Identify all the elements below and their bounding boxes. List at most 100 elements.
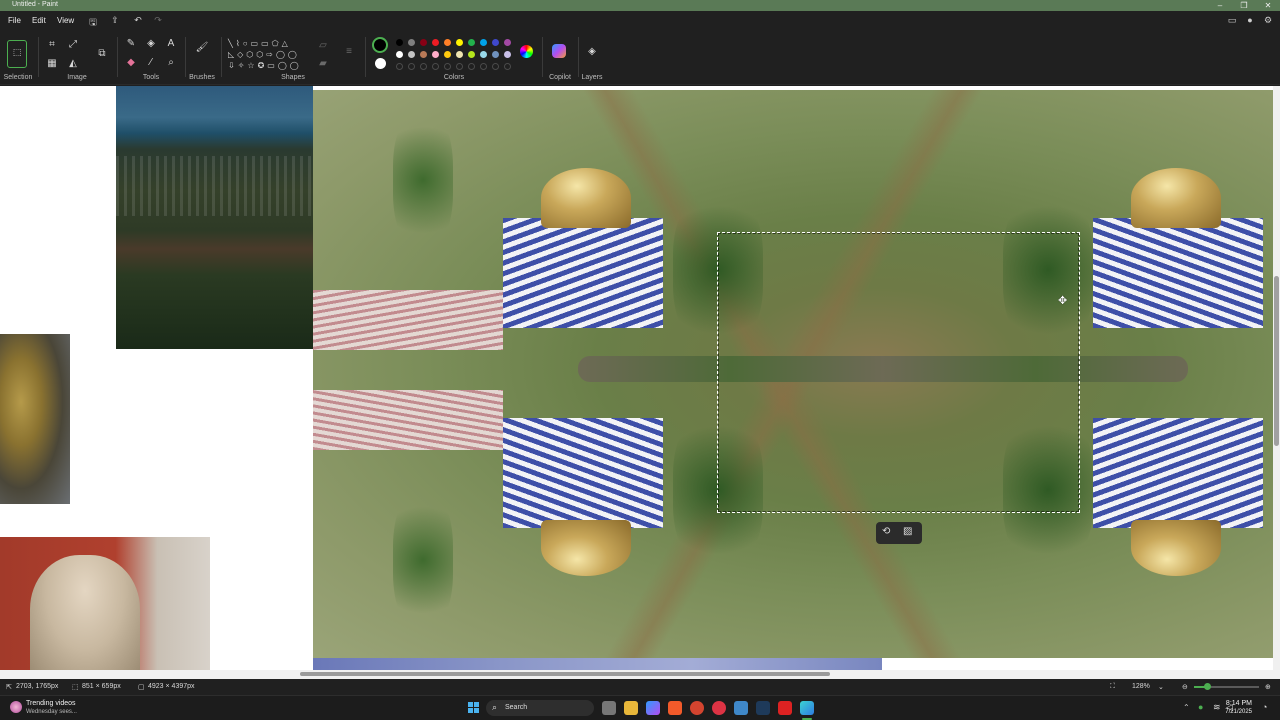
shape-outline-icon[interactable]: ▱ bbox=[316, 39, 330, 53]
maximize-icon[interactable]: ❐ bbox=[1233, 0, 1255, 11]
selection-marquee[interactable] bbox=[717, 232, 1080, 513]
menu-file[interactable]: File bbox=[8, 16, 21, 25]
undo-icon[interactable]: ↶ bbox=[131, 15, 145, 27]
zoom-level[interactable]: 128% bbox=[1132, 683, 1150, 690]
clock-date[interactable]: 7/21/2025 bbox=[1208, 709, 1252, 715]
rotate-icon[interactable]: ◭ bbox=[66, 57, 80, 71]
fill-icon[interactable]: ◈ bbox=[144, 37, 158, 51]
zoom-in-icon[interactable]: ⊕ bbox=[1265, 683, 1271, 691]
palette-swatch[interactable] bbox=[480, 39, 487, 46]
feedback-icon[interactable]: ▭ bbox=[1225, 15, 1239, 27]
custom-color-slot[interactable] bbox=[456, 63, 463, 70]
edit-colors-icon[interactable] bbox=[520, 45, 533, 58]
paint-app-icon[interactable] bbox=[800, 701, 814, 715]
file-explorer-icon[interactable] bbox=[624, 701, 638, 715]
custom-color-slot[interactable] bbox=[396, 63, 403, 70]
widgets-icon[interactable] bbox=[10, 701, 22, 713]
palette-swatch[interactable] bbox=[456, 51, 463, 58]
color-picker-icon[interactable]: ⁄ bbox=[144, 56, 158, 70]
shape-size-icon[interactable]: ≡ bbox=[342, 45, 356, 59]
text-icon[interactable]: A bbox=[164, 37, 178, 51]
remove-background-icon[interactable]: ⧉ bbox=[95, 47, 109, 61]
brush-icon[interactable]: 🖌 bbox=[195, 41, 209, 55]
palette-swatch[interactable] bbox=[432, 51, 439, 58]
zoom-dropdown-icon[interactable]: ⌄ bbox=[1158, 683, 1164, 691]
zoom-slider-thumb[interactable] bbox=[1204, 683, 1211, 690]
menu-view[interactable]: View bbox=[57, 16, 74, 25]
generative-fill-icon[interactable]: ⟲ bbox=[882, 526, 890, 537]
palette-swatch[interactable] bbox=[396, 51, 403, 58]
tray-chevron-icon[interactable]: ⌃ bbox=[1183, 703, 1190, 712]
clock-time[interactable]: 8:14 PM bbox=[1208, 700, 1252, 707]
palette-swatch[interactable] bbox=[408, 39, 415, 46]
task-view-icon[interactable] bbox=[602, 701, 616, 715]
custom-color-slot[interactable] bbox=[420, 63, 427, 70]
palette-swatch[interactable] bbox=[504, 39, 511, 46]
palette-swatch[interactable] bbox=[408, 51, 415, 58]
palette-swatch[interactable] bbox=[456, 39, 463, 46]
app-red-icon[interactable] bbox=[778, 701, 792, 715]
custom-color-slot[interactable] bbox=[408, 63, 415, 70]
shapes-gallery[interactable]: ╲⌇○▭▭⬠△ ◺◇⬡⬡⇨◯◯ ⇩✧☆✪▭◯◯ bbox=[228, 38, 306, 72]
account-icon[interactable]: ● bbox=[1243, 15, 1257, 27]
minimize-icon[interactable]: – bbox=[1209, 0, 1231, 11]
save-icon[interactable]: 🖫 bbox=[86, 15, 100, 27]
zoom-out-icon[interactable]: ⊖ bbox=[1182, 683, 1188, 691]
canvas-area[interactable]: ⟲ ▨ ✥ bbox=[0, 86, 1280, 670]
pencil-icon[interactable]: ✎ bbox=[124, 37, 138, 51]
horizontal-scrollbar[interactable] bbox=[0, 670, 1280, 679]
palette-swatch[interactable] bbox=[444, 51, 451, 58]
taskbar-search-box[interactable]: ⌕ Search bbox=[486, 700, 594, 716]
palette-swatch[interactable] bbox=[468, 39, 475, 46]
magnifier-icon[interactable]: ⌕ bbox=[164, 56, 178, 70]
start-icon[interactable] bbox=[468, 702, 480, 714]
zoom-slider[interactable] bbox=[1194, 683, 1259, 690]
vertical-scroll-thumb[interactable] bbox=[1274, 276, 1279, 446]
vertical-scrollbar[interactable] bbox=[1273, 86, 1280, 670]
crop-icon[interactable]: ⌗ bbox=[45, 38, 59, 52]
redo-icon[interactable]: ↷ bbox=[151, 15, 165, 27]
tray-app-icon[interactable]: ● bbox=[1198, 702, 1203, 712]
steam-icon[interactable] bbox=[756, 701, 770, 715]
palette-swatch[interactable] bbox=[468, 51, 475, 58]
share-icon[interactable]: ⇪ bbox=[108, 15, 122, 27]
close-icon[interactable]: ✕ bbox=[1257, 0, 1279, 11]
window-title: Untitled - Paint bbox=[12, 1, 58, 8]
horizontal-scroll-thumb[interactable] bbox=[300, 672, 830, 676]
copilot-icon[interactable] bbox=[552, 44, 566, 58]
palette-swatch[interactable] bbox=[420, 39, 427, 46]
notifications-icon[interactable]: ◔ bbox=[1262, 702, 1267, 712]
brave-browser-icon[interactable] bbox=[668, 701, 682, 715]
chrome-icon[interactable] bbox=[712, 701, 726, 715]
custom-color-slot[interactable] bbox=[468, 63, 475, 70]
fit-to-window-icon[interactable]: ⛶ bbox=[1110, 683, 1115, 691]
resize-icon[interactable]: ⤢ bbox=[66, 38, 80, 52]
copilot-app-icon[interactable] bbox=[646, 701, 660, 715]
custom-color-slot[interactable] bbox=[504, 63, 511, 70]
vscode-icon[interactable] bbox=[734, 701, 748, 715]
image-select-icon[interactable]: ▦ bbox=[45, 57, 59, 71]
settings-icon[interactable]: ⚙ bbox=[1261, 15, 1275, 27]
eraser-icon[interactable]: ◆ bbox=[124, 56, 138, 70]
layers-icon[interactable]: ◈ bbox=[585, 45, 599, 59]
palette-swatch[interactable] bbox=[432, 39, 439, 46]
primary-color-swatch[interactable] bbox=[372, 37, 388, 53]
generative-erase-icon[interactable]: ▨ bbox=[903, 526, 912, 537]
group-label-shapes: Shapes bbox=[281, 74, 305, 81]
palette-swatch[interactable] bbox=[420, 51, 427, 58]
secondary-color-swatch[interactable] bbox=[375, 58, 386, 69]
palette-swatch[interactable] bbox=[480, 51, 487, 58]
custom-color-slot[interactable] bbox=[480, 63, 487, 70]
palette-swatch[interactable] bbox=[504, 51, 511, 58]
shape-fill-icon[interactable]: ▰ bbox=[316, 57, 330, 71]
custom-color-slot[interactable] bbox=[444, 63, 451, 70]
palette-swatch[interactable] bbox=[396, 39, 403, 46]
browser-2-icon[interactable] bbox=[690, 701, 704, 715]
palette-swatch[interactable] bbox=[492, 39, 499, 46]
widget-title[interactable]: Trending videos bbox=[26, 700, 76, 707]
palette-swatch[interactable] bbox=[444, 39, 451, 46]
palette-swatch[interactable] bbox=[492, 51, 499, 58]
menu-edit[interactable]: Edit bbox=[32, 16, 46, 25]
custom-color-slot[interactable] bbox=[432, 63, 439, 70]
custom-color-slot[interactable] bbox=[492, 63, 499, 70]
